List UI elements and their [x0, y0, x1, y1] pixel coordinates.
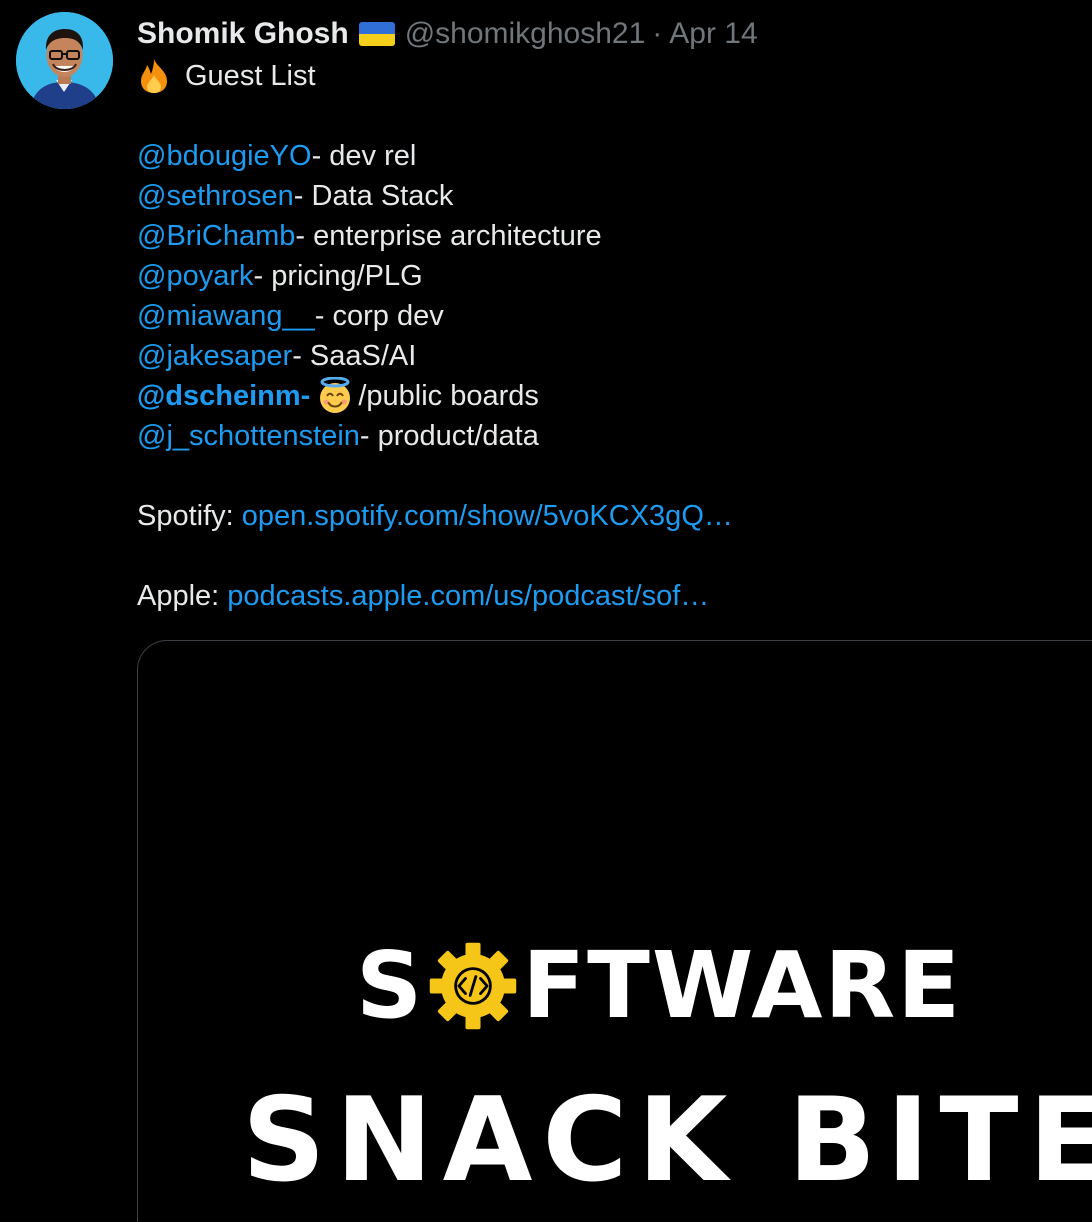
spotify-line: Spotify: open.spotify.com/show/5voKCX3gQ…	[137, 496, 1077, 536]
spotify-label: Spotify:	[137, 500, 234, 532]
tweet-date[interactable]: Apr 14	[669, 17, 757, 51]
tweet-title: Guest List	[185, 60, 316, 92]
snack-bites-logo: SNACK BITES	[242, 1073, 1092, 1208]
guest-line: @poyark - pricing/PLG	[137, 256, 1077, 296]
avatar[interactable]	[16, 12, 113, 109]
guest-topic: - enterprise architecture	[295, 220, 602, 252]
guest-topic: - dev rel	[311, 140, 417, 172]
gear-code-icon	[430, 942, 517, 1030]
guest-mention[interactable]: @BriChamb	[137, 216, 295, 256]
guest-mention[interactable]: @miawang__	[137, 296, 315, 336]
guest-topic: /public boards	[358, 380, 539, 412]
guest-mention[interactable]: @j_schottenstein	[137, 416, 360, 456]
guest-topic: - SaaS/AI	[292, 340, 417, 372]
guest-topic: - pricing/PLG	[253, 260, 423, 292]
guest-line: @jakesaper - SaaS/AI	[137, 336, 1077, 376]
media-image-card[interactable]: S FTWARE SNACK BITES	[137, 640, 1092, 1222]
avatar-portrait-icon	[16, 12, 113, 109]
guest-mention[interactable]: @poyark	[137, 256, 253, 296]
software-logo: S FTWARE	[356, 931, 962, 1041]
guest-mention[interactable]: @jakesaper	[137, 336, 292, 376]
guest-topic: - Data Stack	[293, 180, 454, 212]
guest-line: @bdougieYO - dev rel	[137, 136, 1077, 176]
guest-line: @dscheinm - /public boards	[137, 376, 1077, 416]
apple-podcasts-link[interactable]: podcasts.apple.com/us/podcast/sof…	[227, 576, 709, 616]
guest-topic-dash: -	[300, 380, 311, 412]
apple-line: Apple: podcasts.apple.com/us/podcast/sof…	[137, 576, 1077, 616]
guest-line: @sethrosen - Data Stack	[137, 176, 1077, 216]
header-separator: ·	[652, 17, 663, 50]
author-display-name[interactable]: Shomik Ghosh	[137, 17, 349, 51]
smiling-face-with-halo-icon	[320, 377, 351, 413]
guest-mention[interactable]: @bdougieYO	[137, 136, 312, 176]
guest-line: @miawang__ - corp dev	[137, 296, 1077, 336]
guest-line: @BriChamb - enterprise architecture	[137, 216, 1077, 256]
logo-letter-s: S	[356, 932, 425, 1039]
guest-topic: - product/data	[359, 420, 539, 452]
tweet-title-line: Guest List	[137, 56, 1077, 96]
guest-topic: - corp dev	[314, 300, 444, 332]
spotify-link[interactable]: open.spotify.com/show/5voKCX3gQ…	[242, 496, 733, 536]
apple-label: Apple:	[137, 580, 220, 612]
guest-line: @j_schottenstein - product/data	[137, 416, 1077, 456]
fire-icon	[141, 59, 167, 93]
ukraine-flag-icon	[358, 22, 395, 46]
logo-letters-ftware: FTWARE	[522, 932, 963, 1039]
author-handle[interactable]: @shomikghosh21	[405, 17, 646, 51]
tweet-header: Shomik Ghosh @shomikghosh21 · Apr 14	[137, 14, 758, 54]
guest-mention[interactable]: @dscheinm	[137, 376, 301, 416]
guest-mention[interactable]: @sethrosen	[137, 176, 294, 216]
tweet-text: Guest List @bdougieYO - dev rel @sethrose…	[137, 56, 1077, 616]
